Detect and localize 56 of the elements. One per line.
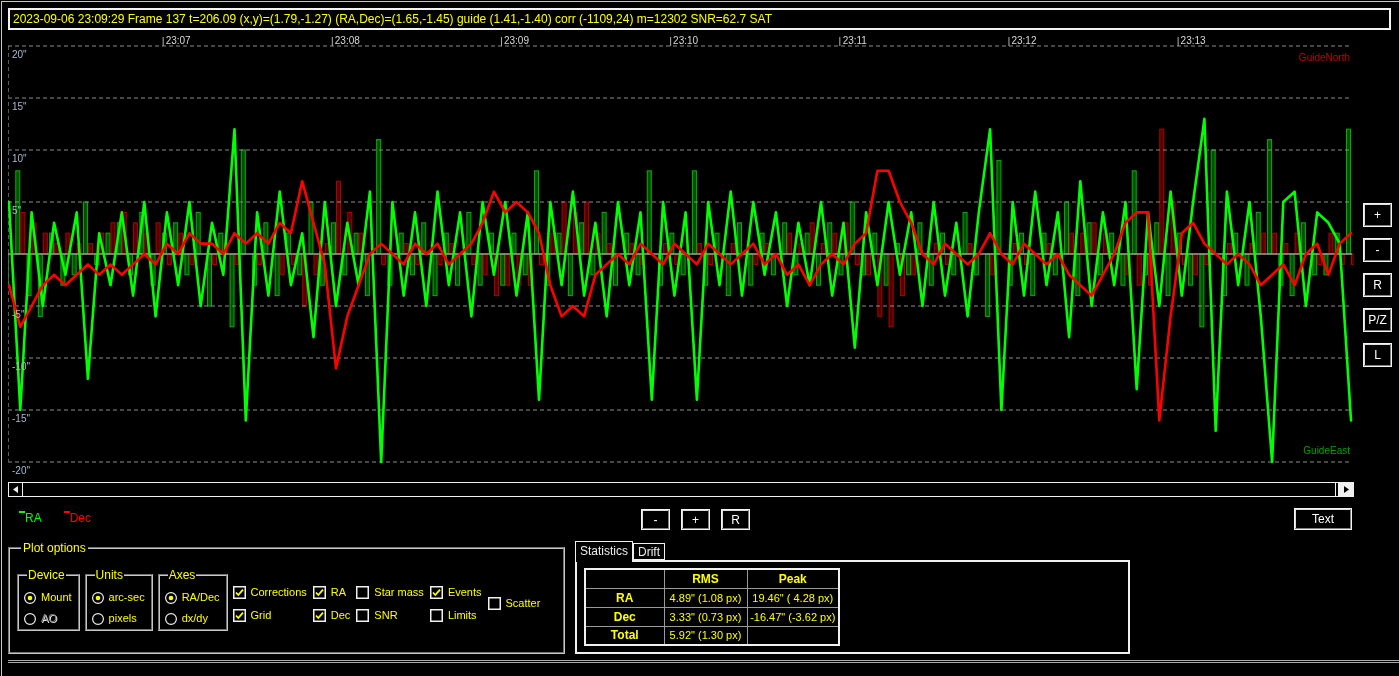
checkbox-option[interactable]: SNR [356, 607, 425, 623]
scale-button[interactable]: + [681, 509, 710, 530]
status-readout: 2023-09-06 23:09:29 Frame 137 t=206.09 (x,y)=(1.79,-1.27) (RA,Dec)=(1.65,-1.45) guide (1.41,-1.40) corr (-1109,24) m=12302 SNR=62.7 SAT [8, 8, 1391, 30]
time-tick-label: 23:13 [1180, 36, 1206, 46]
radio-option[interactable]: pixels [91, 611, 147, 626]
legend-label: RA [25, 510, 42, 525]
time-tick-label: 23:09 [503, 36, 529, 46]
checkbox-option[interactable]: Dec [312, 607, 352, 623]
checkbox-option[interactable]: Events [429, 584, 483, 600]
y-tick-label: 10" [12, 153, 27, 164]
radio-option[interactable]: Mount [24, 590, 74, 605]
time-tick-label: 23:12 [1011, 36, 1037, 46]
radio-option[interactable]: arc-sec [91, 590, 147, 605]
checkbox-option[interactable]: Scatter [487, 596, 542, 611]
time-tick-label: 23:08 [334, 36, 360, 46]
table-cell: 3.33" (0.73 px) [664, 607, 747, 626]
radio-option[interactable]: dx/dy [164, 611, 222, 626]
column-header: RMS [664, 569, 747, 588]
group-title: Units [94, 568, 124, 582]
guide-direction-label: GuideNorth [1298, 52, 1350, 63]
y-tick-label: 20" [12, 49, 27, 60]
y-tick-label: 5" [12, 205, 22, 216]
graph-control-button[interactable]: + [1363, 203, 1392, 227]
time-tick-label: 23:07 [165, 36, 191, 46]
graph-control-button[interactable]: L [1363, 343, 1392, 367]
checkbox-option[interactable]: Grid [232, 607, 308, 623]
time-tick-label: 23:11 [842, 36, 867, 46]
left-triangle-icon [13, 486, 18, 493]
tab[interactable]: Statistics [575, 541, 633, 562]
group-title: Plot options [22, 541, 87, 555]
tab[interactable]: Drift [633, 543, 665, 560]
time-tick-label: 23:10 [673, 36, 699, 46]
checkbox-option[interactable]: Corrections [232, 584, 308, 600]
group-title: Axes [167, 568, 197, 582]
row-header: RA [585, 588, 664, 607]
checkbox-option[interactable]: Limits [429, 607, 483, 623]
graph-control-button[interactable]: - [1363, 238, 1392, 262]
graph-control-button[interactable]: P/Z [1363, 308, 1392, 332]
checkbox-option[interactable]: RA [312, 584, 352, 600]
text-button[interactable]: Text [1294, 508, 1352, 530]
y-tick-label: -15" [12, 413, 30, 424]
graph-control-button[interactable]: R [1363, 273, 1392, 297]
scale-button[interactable]: R [721, 509, 750, 530]
scale-button[interactable]: - [641, 509, 670, 530]
right-triangle-icon [1344, 486, 1349, 493]
group-title: Device [27, 568, 66, 582]
scroll-right-button[interactable] [1339, 482, 1354, 497]
y-tick-label: -20" [12, 465, 30, 476]
table-cell: 4.89" (1.08 px) [664, 588, 747, 607]
radio-option[interactable]: RA/Dec [164, 590, 222, 605]
row-header: Dec [585, 607, 664, 626]
checkbox-option[interactable]: Star mass [356, 584, 425, 600]
guide-direction-label: GuideEast [1303, 445, 1350, 456]
y-tick-label: 15" [12, 101, 27, 112]
scroll-left-button[interactable] [8, 482, 23, 497]
legend-label: Dec [69, 510, 91, 525]
